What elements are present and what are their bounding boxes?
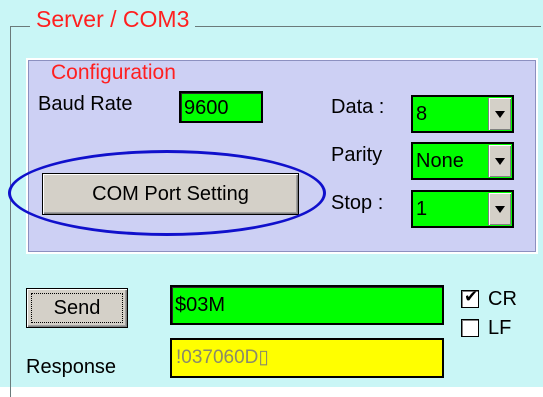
- stop-bits-label: Stop :: [331, 192, 384, 214]
- checkmark-icon: ✔: [464, 287, 479, 307]
- response-label: Response: [26, 356, 117, 378]
- server-panel: Server / COM3 Configuration Baud Rate 96…: [0, 0, 543, 397]
- configuration-group-title: Configuration: [46, 61, 181, 85]
- baud-rate-field[interactable]: 9600: [179, 91, 263, 123]
- response-output: !037060D▯: [170, 338, 444, 378]
- data-bits-value: 8: [416, 103, 428, 125]
- cr-label: CR: [488, 288, 517, 310]
- chevron-down-icon[interactable]: [488, 98, 511, 130]
- chevron-down-icon[interactable]: [488, 193, 511, 225]
- baud-rate-label: Baud Rate: [38, 93, 133, 115]
- command-input[interactable]: $03M: [170, 285, 444, 325]
- stop-bits-select[interactable]: 1: [411, 190, 514, 228]
- send-button[interactable]: Send: [26, 288, 128, 328]
- cr-checkbox[interactable]: ✔: [461, 287, 479, 308]
- com-port-setting-button[interactable]: COM Port Setting: [42, 173, 299, 215]
- data-bits-label: Data :: [331, 96, 385, 118]
- lf-checkbox[interactable]: [461, 319, 479, 337]
- data-bits-select[interactable]: 8: [411, 95, 514, 133]
- parity-label: Parity: [331, 144, 383, 166]
- focus-rectangle: [31, 293, 123, 323]
- chevron-down-icon[interactable]: [488, 145, 511, 177]
- parity-select[interactable]: None: [411, 142, 514, 180]
- parity-value: None: [416, 150, 464, 172]
- stop-bits-value: 1: [416, 198, 428, 220]
- server-group-title: Server / COM3: [30, 6, 196, 32]
- lf-label: LF: [488, 317, 512, 339]
